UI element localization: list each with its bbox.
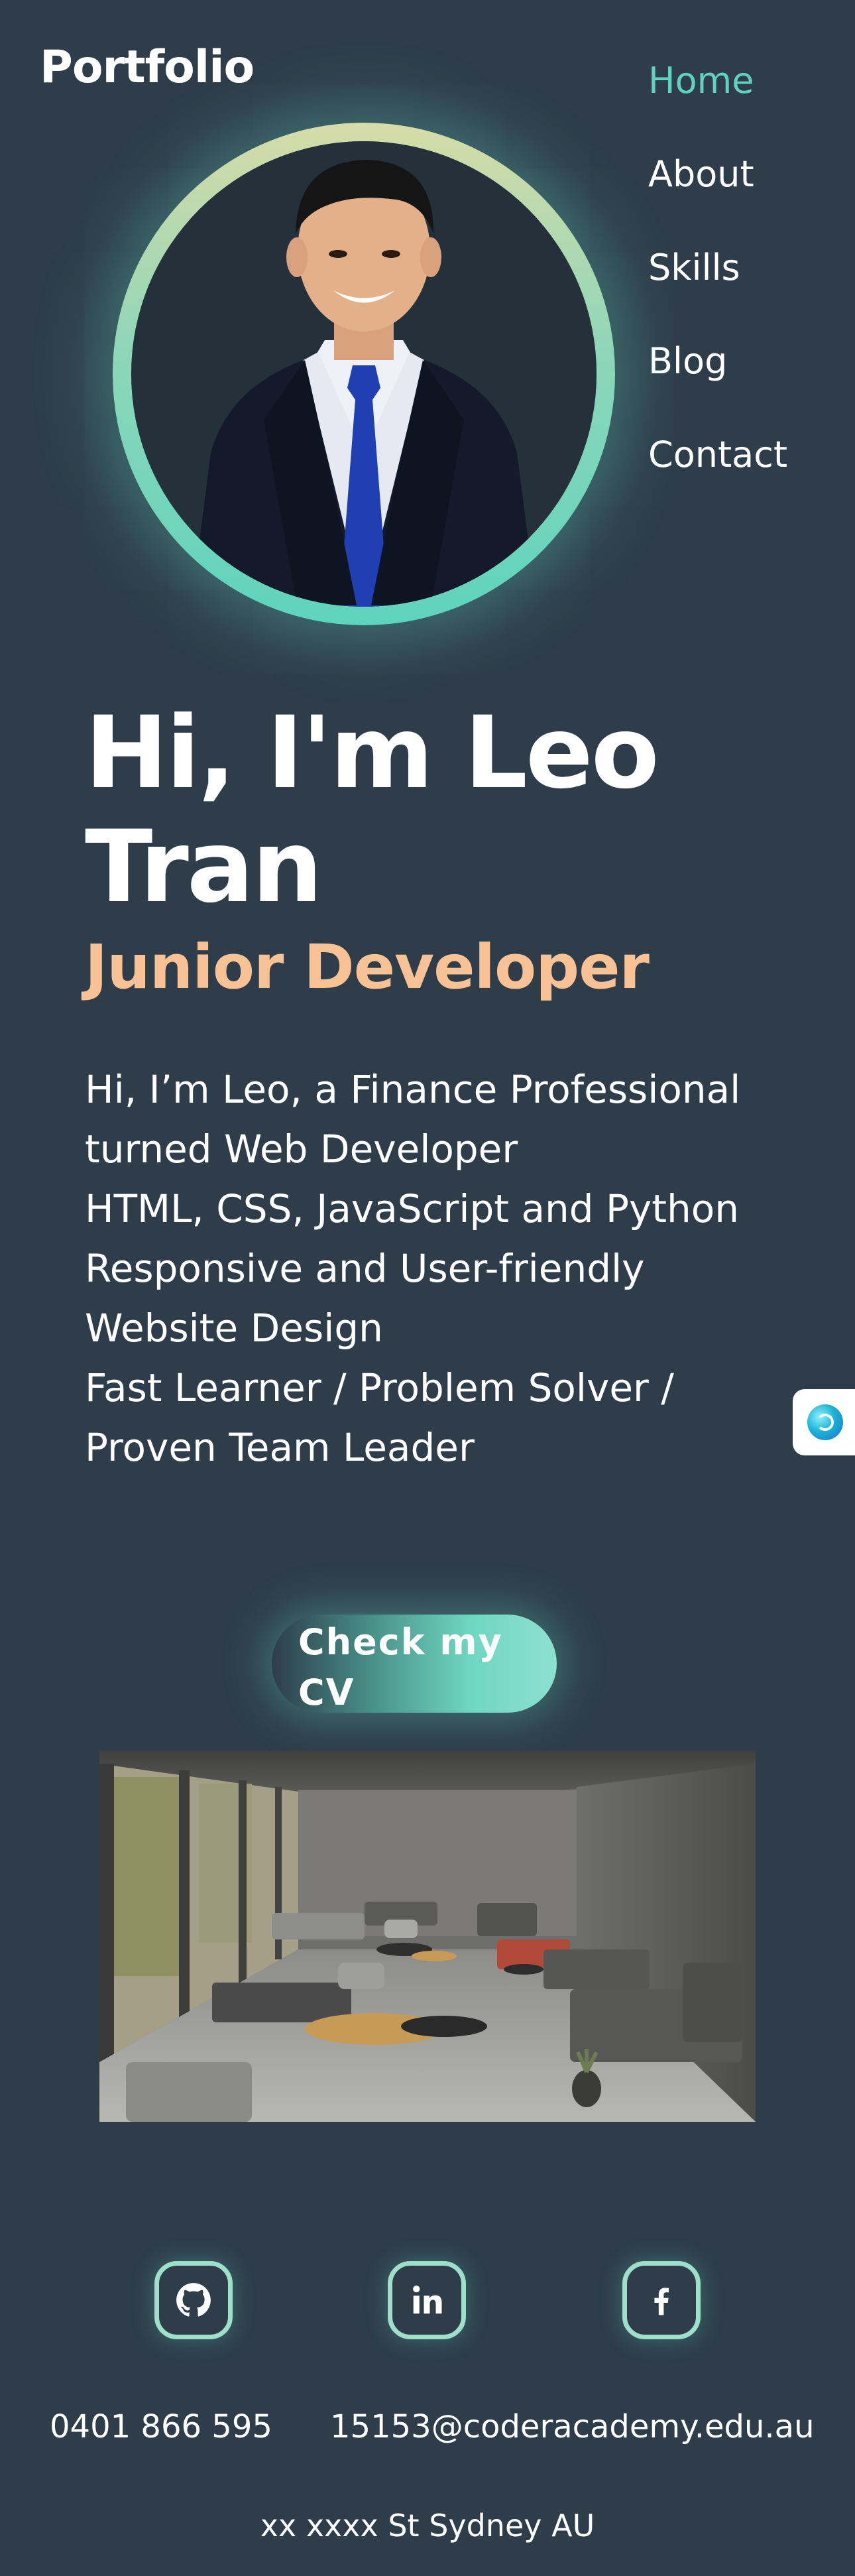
brand-logo-text[interactable]: Portfolio — [40, 41, 255, 93]
github-icon — [176, 2283, 211, 2317]
showcase-image — [99, 1750, 756, 2122]
hero-description-line: HTML, CSS, JavaScript and Python — [85, 1186, 740, 1231]
interior-lounge-image — [99, 1750, 756, 2122]
facebook-icon — [654, 2288, 669, 2315]
check-cv-button[interactable]: Check my CV — [272, 1615, 557, 1713]
floating-widget-button[interactable] — [793, 1389, 855, 1455]
nav-item-contact[interactable]: Contact — [648, 437, 847, 473]
hero-description-line: Fast Learner / Problem Solver / — [85, 1365, 674, 1410]
facebook-link[interactable] — [622, 2261, 701, 2339]
nav-item-home[interactable]: Home — [648, 63, 847, 99]
hero-description-line: Website Design — [85, 1306, 383, 1351]
contact-email[interactable]: 15153@coderacademy.edu.au — [330, 2408, 815, 2445]
hero-description-line: Hi, I’m Leo, a Finance Professional — [85, 1067, 741, 1112]
portfolio-page: Portfolio Home About Skills Blog Contact — [0, 0, 855, 2576]
profile-avatar — [131, 141, 597, 607]
main-nav: Home About Skills Blog Contact — [648, 63, 847, 530]
hero-description-line: Proven Team Leader — [85, 1425, 475, 1470]
nav-item-blog[interactable]: Blog — [648, 343, 847, 379]
hero-description-line: Responsive and User-friendly — [85, 1246, 645, 1291]
nav-item-skills[interactable]: Skills — [648, 250, 847, 286]
contact-address: xx xxxx St Sydney AU — [260, 2508, 595, 2544]
linkedin-icon — [413, 2285, 442, 2314]
nav-item-about[interactable]: About — [648, 156, 847, 192]
profile-portrait-image — [131, 141, 597, 607]
hero-title: Hi, I'm Leo Tran — [85, 696, 659, 925]
assistant-icon — [807, 1404, 843, 1440]
check-cv-label: Check my CV — [298, 1621, 503, 1713]
hero-description-line: turned Web Developer — [85, 1127, 518, 1172]
contact-phone[interactable]: 0401 866 595 — [50, 2408, 272, 2445]
github-link[interactable] — [154, 2261, 233, 2339]
profile-avatar-ring — [113, 123, 615, 625]
hero-role: Junior Developer — [85, 932, 650, 1003]
hero-description: Hi, I’m Leo, a Finance Professional turn… — [85, 1060, 801, 1477]
linkedin-link[interactable] — [388, 2261, 466, 2339]
